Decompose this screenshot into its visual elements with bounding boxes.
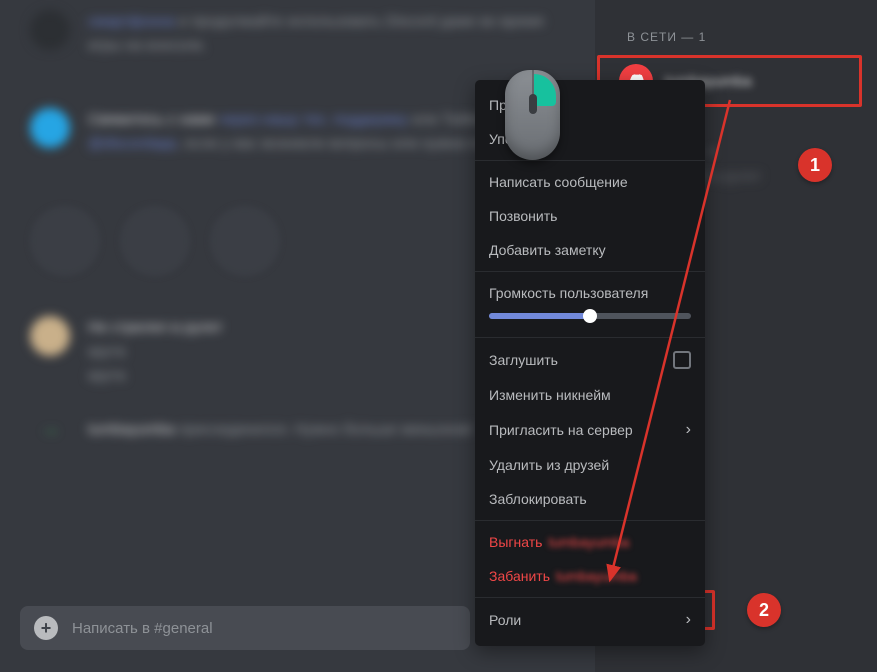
online-header: В СЕТИ — 1	[595, 30, 877, 44]
menu-item-profile[interactable]: Профиль	[475, 88, 705, 122]
menu-item-note[interactable]: Добавить заметку	[475, 233, 705, 267]
menu-separator	[475, 160, 705, 161]
avatar	[30, 316, 70, 356]
slider-knob[interactable]	[583, 309, 597, 323]
message-text: смартфонна и продолжайте использовать Di…	[88, 10, 565, 58]
mute-checkbox[interactable]	[673, 351, 691, 369]
link-text: смартфонна	[88, 13, 175, 30]
twitter-icon	[30, 108, 70, 148]
user-context-menu: Профиль Упомянуть Написать сообщение Поз…	[475, 80, 705, 646]
placeholder-icon	[120, 206, 190, 276]
menu-item-call[interactable]: Позвонить	[475, 199, 705, 233]
menu-item-mute[interactable]: Заглушить	[475, 342, 705, 378]
menu-item-nickname[interactable]: Изменить никнейм	[475, 378, 705, 412]
slider-fill	[489, 313, 590, 319]
menu-item-mention[interactable]: Упомянуть	[475, 122, 705, 156]
volume-slider[interactable]	[489, 313, 691, 319]
menu-item-kick[interactable]: Выгнать tumbayumba	[475, 525, 705, 559]
chevron-right-icon: ›	[686, 421, 691, 439]
placeholder-icon	[30, 206, 100, 276]
menu-item-block[interactable]: Заблокировать	[475, 482, 705, 516]
attach-button[interactable]: +	[34, 616, 58, 640]
menu-separator	[475, 271, 705, 272]
menu-item-roles[interactable]: Роли ›	[475, 602, 705, 638]
message-input[interactable]: + Написать в #general	[20, 606, 470, 650]
chevron-right-icon: ›	[686, 611, 691, 629]
menu-separator	[475, 337, 705, 338]
join-arrow-icon: →	[30, 418, 70, 442]
menu-item-volume: Громкость пользователя	[475, 276, 705, 333]
menu-item-ban[interactable]: Забанить tumbayumba	[475, 559, 705, 593]
volume-label: Громкость пользователя	[489, 285, 691, 301]
placeholder-icon	[210, 206, 280, 276]
avatar	[30, 10, 70, 50]
tip-message: смартфонна и продолжайте использовать Di…	[30, 10, 565, 58]
menu-item-message[interactable]: Написать сообщение	[475, 165, 705, 199]
message-text: tumbayumba присоединился. Нужно больше м…	[88, 418, 473, 442]
menu-separator	[475, 520, 705, 521]
menu-item-remove-friend[interactable]: Удалить из друзей	[475, 448, 705, 482]
message-text: Не стрелял в рулет крута крута	[88, 316, 223, 388]
input-placeholder: Написать в #general	[72, 620, 213, 637]
menu-separator	[475, 597, 705, 598]
menu-item-invite[interactable]: Пригласить на сервер ›	[475, 412, 705, 448]
